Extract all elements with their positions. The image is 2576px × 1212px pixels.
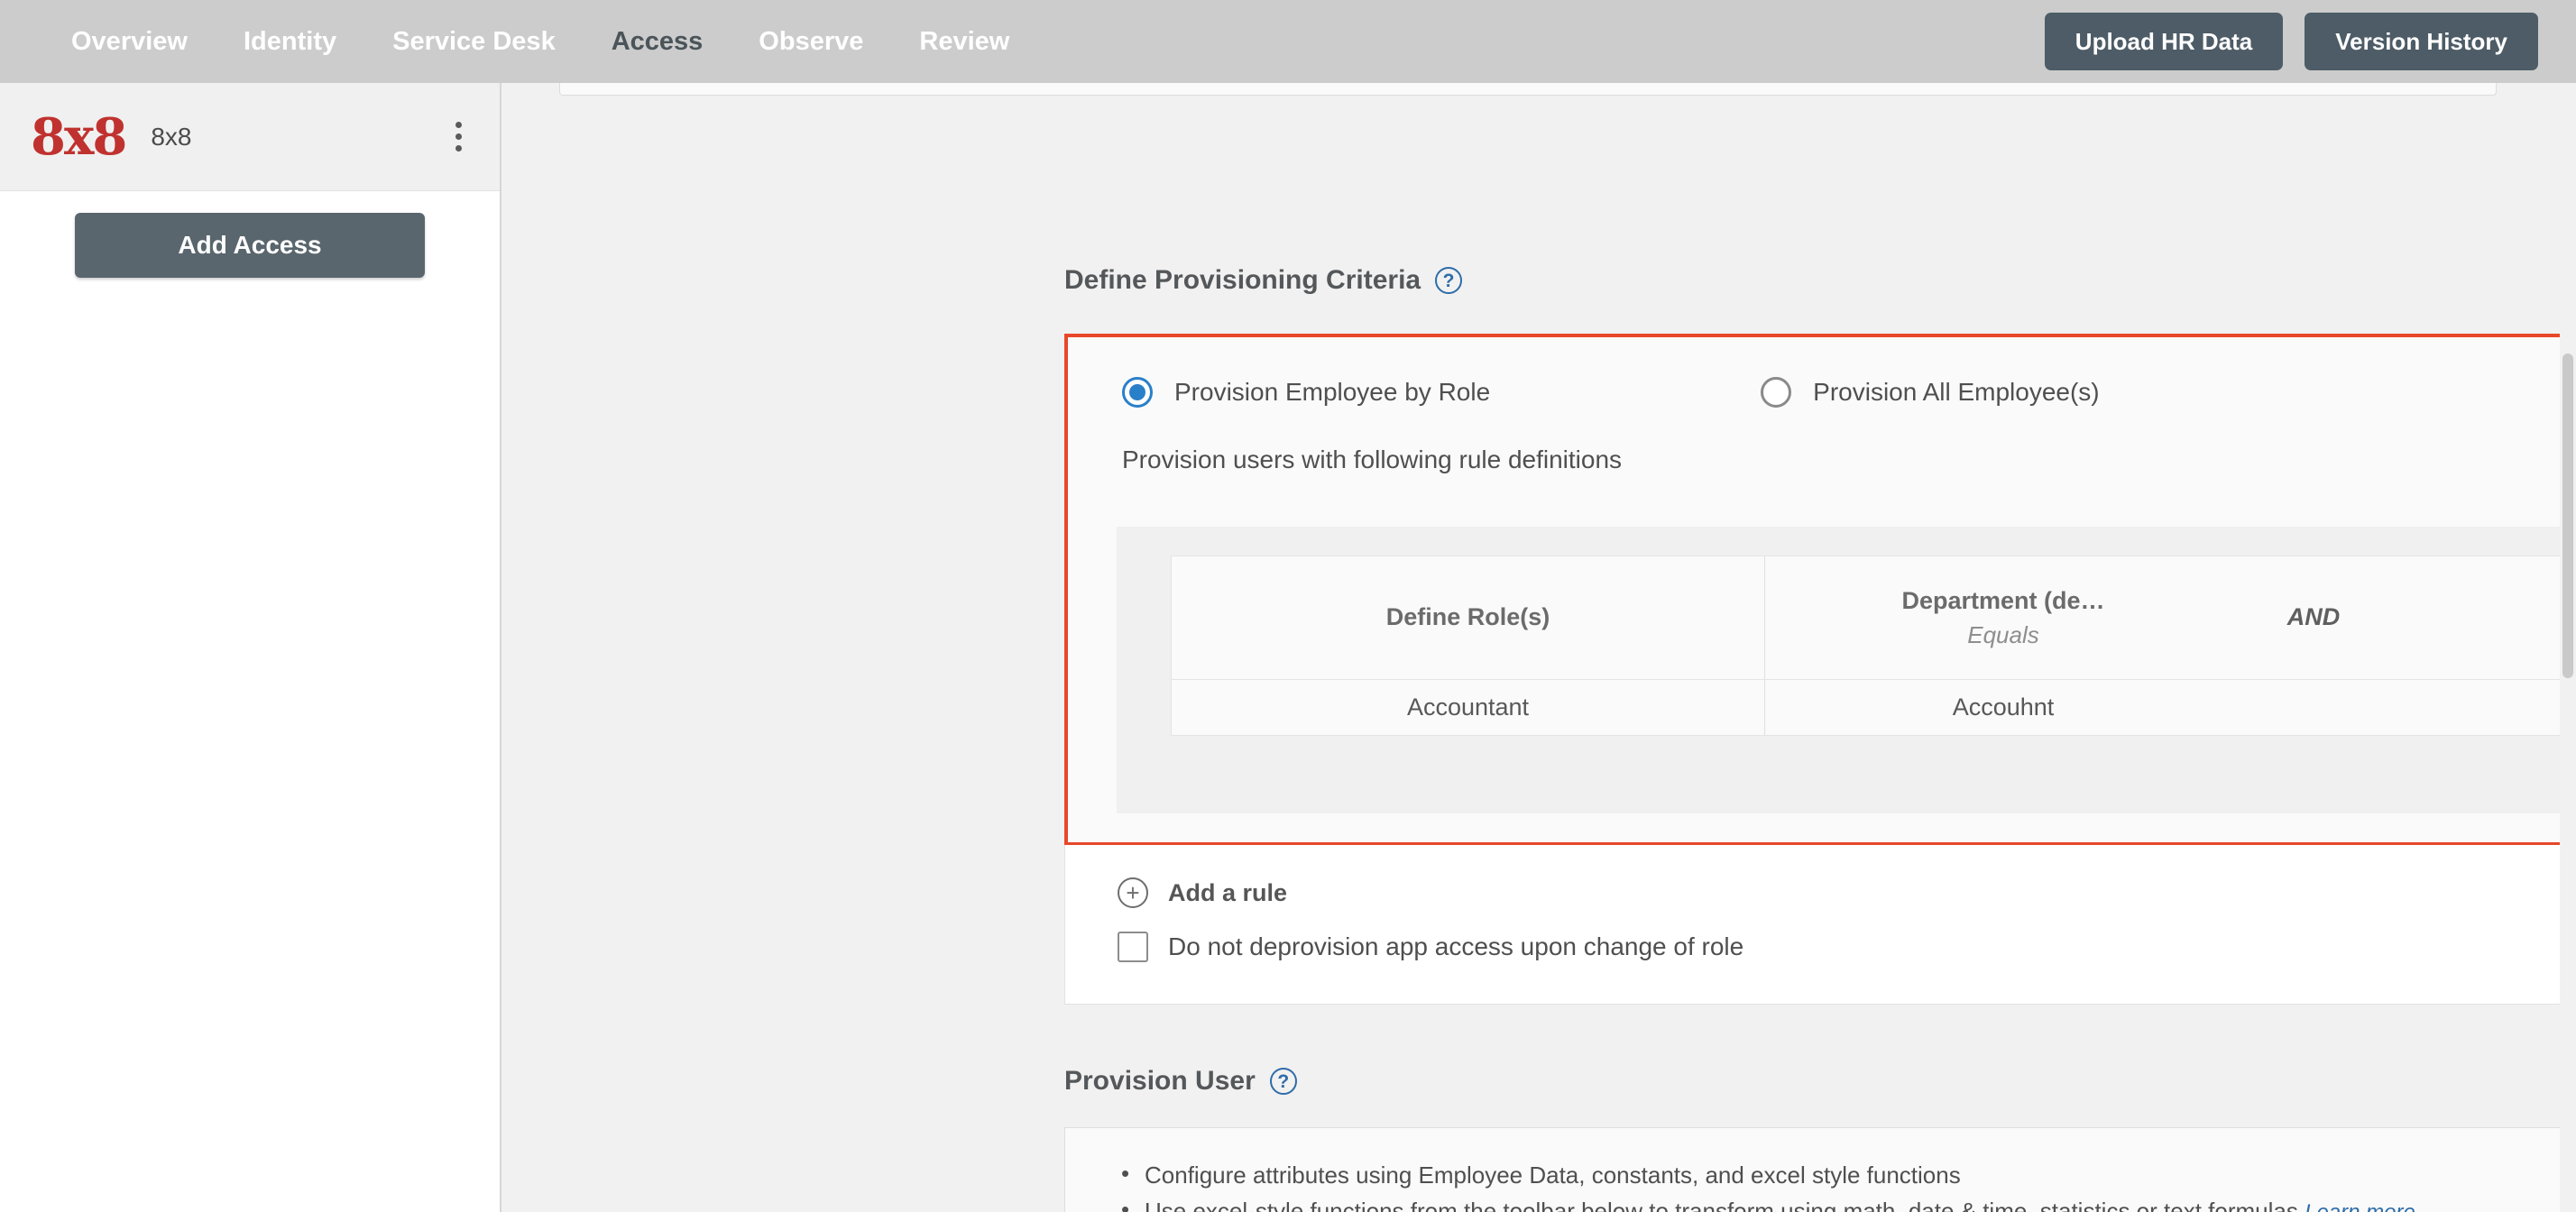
provision-mode-radio-group: Provision Employee by Role Provision All… [1068, 337, 2576, 408]
nav-tab-identity[interactable]: Identity [216, 0, 364, 83]
column-header-define-roles[interactable]: Define Role(s) [1172, 556, 1765, 679]
left-sidebar: 8x8 8x8 Add Access [0, 83, 501, 1212]
provision-user-heading: Provision User ? [1064, 1066, 1297, 1097]
more-options-icon[interactable] [448, 115, 469, 159]
rule-definitions-intro: Provision users with following rule defi… [1122, 445, 1623, 473]
column-header-department-label: Department (de… [1901, 586, 2105, 614]
previous-section-card-edge [559, 83, 2497, 96]
rules-table-header-row: Define Role(s) Department (de… Equals AN… [1172, 556, 2576, 679]
app-card[interactable]: 8x8 8x8 [0, 83, 500, 191]
list-item: Use excel-style functions from the toolb… [1121, 1191, 2576, 1212]
add-access-button[interactable]: Add Access [75, 213, 425, 278]
main-content: Define Provisioning Criteria ? Provision… [503, 83, 2576, 1212]
column-header-department-operator[interactable]: Equals [1967, 620, 2039, 650]
app-name-label: 8x8 [151, 122, 192, 151]
table-row: Accountant Accouhnt Manager [1172, 679, 2576, 735]
add-a-rule-label: Add a rule [1168, 878, 1288, 906]
column-header-define-roles-label: Define Role(s) [1385, 603, 1550, 631]
vertical-scrollbar-thumb[interactable] [2562, 354, 2573, 678]
add-a-rule-button[interactable]: + Add a rule [1065, 845, 2576, 908]
nav-tab-access[interactable]: Access [584, 0, 731, 83]
radio-provision-by-role[interactable]: Provision Employee by Role [1122, 377, 1490, 408]
top-navigation-bar: Overview Identity Service Desk Access Ob… [0, 0, 2576, 83]
radio-all-employees-label: Provision All Employee(s) [1813, 378, 2100, 406]
help-icon[interactable]: ? [1435, 267, 1463, 294]
column-header-title[interactable]: Title (title) Equals [2386, 556, 2576, 679]
add-rule-card: + Add a rule Do not deprovision app acce… [1064, 845, 2576, 1005]
cell-title-value[interactable]: Manager [2386, 680, 2576, 735]
provision-user-bullet-list: Configure attributes using Employee Data… [1065, 1128, 2576, 1212]
nav-tab-service-desk[interactable]: Service Desk [364, 0, 584, 83]
help-icon[interactable]: ? [1269, 1068, 1297, 1095]
page-title: Define Provisioning Criteria [1064, 265, 1421, 295]
cell-conjunction-value [2241, 680, 2386, 735]
column-header-conjunction-label: AND [2286, 603, 2341, 631]
provision-user-card: Configure attributes using Employee Data… [1064, 1127, 2576, 1212]
topbar-actions: Upload HR Data Version History [2044, 13, 2538, 70]
bullet-text: Configure attributes using Employee Data… [1145, 1162, 1961, 1189]
radio-provision-all-employees[interactable]: Provision All Employee(s) [1761, 377, 2100, 408]
define-provisioning-criteria-heading: Define Provisioning Criteria ? [1064, 265, 1463, 296]
radio-by-role-label: Provision Employee by Role [1174, 378, 1491, 406]
column-header-conjunction[interactable]: AND [2241, 556, 2386, 679]
do-not-deprovision-checkbox[interactable] [1118, 932, 1148, 962]
radio-all-employees-icon[interactable] [1761, 377, 1792, 408]
learn-more-link[interactable]: Learn more [2305, 1200, 2415, 1212]
nav-tab-list: Overview Identity Service Desk Access Ob… [43, 0, 1037, 83]
sidebar-action-area: Add Access [0, 191, 500, 278]
radio-by-role-icon[interactable] [1122, 377, 1153, 408]
nav-tab-observe[interactable]: Observe [731, 0, 891, 83]
cell-role-value[interactable]: Accountant [1172, 680, 1765, 735]
list-item: Configure attributes using Employee Data… [1121, 1155, 2576, 1193]
provision-user-title: Provision User [1064, 1066, 1256, 1096]
plus-circle-icon: + [1118, 877, 1148, 908]
do-not-deprovision-checkbox-row[interactable]: Do not deprovision app access upon chang… [1065, 908, 2576, 962]
bullet-text: Use excel-style functions from the toolb… [1145, 1198, 2298, 1212]
do-not-deprovision-label: Do not deprovision app access upon chang… [1168, 932, 1744, 960]
column-header-department[interactable]: Department (de… Equals [1765, 556, 2241, 679]
rules-table: Define Role(s) Department (de… Equals AN… [1171, 556, 2576, 736]
provisioning-criteria-panel: Provision Employee by Role Provision All… [1064, 334, 2576, 846]
nav-tab-overview[interactable]: Overview [43, 0, 216, 83]
nav-tab-review[interactable]: Review [891, 0, 1037, 83]
rule-definitions-panel: Define Role(s) Department (de… Equals AN… [1117, 527, 2576, 813]
upload-hr-data-button[interactable]: Upload HR Data [2044, 13, 2284, 70]
app-logo-icon: 8x8 [31, 106, 127, 167]
cell-department-value[interactable]: Accouhnt [1765, 680, 2241, 735]
version-history-button[interactable]: Version History [2305, 13, 2538, 70]
vertical-scrollbar[interactable] [2560, 83, 2576, 1212]
